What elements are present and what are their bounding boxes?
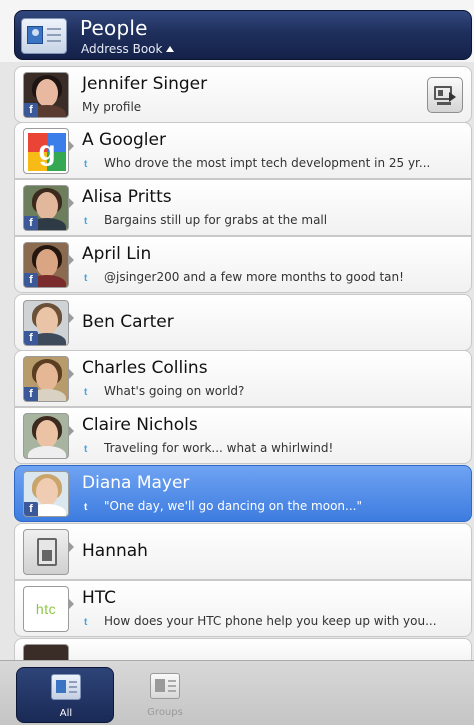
caret-up-icon	[166, 46, 175, 52]
avatar: f	[23, 356, 69, 402]
facebook-icon: f	[24, 273, 38, 287]
contact-name: April Lin	[82, 244, 152, 264]
avatar: htc	[23, 586, 69, 632]
list-item-selected[interactable]: f Diana Mayer t "One day, we'll go dancin…	[14, 465, 472, 522]
bottom-tab-bar: All Groups	[0, 660, 474, 725]
list-item[interactable]: f April Lin t @jsinger200 and a few more …	[14, 236, 472, 293]
avatar: f	[23, 471, 69, 517]
avatar	[23, 413, 69, 459]
sim-card-icon	[37, 538, 57, 566]
contact-name: Charles Collins	[82, 358, 208, 378]
list-item[interactable]: Hannah	[14, 523, 472, 580]
twitter-icon: t	[84, 617, 88, 628]
contact-name: Diana Mayer	[82, 473, 190, 493]
contact-name: Alisa Pritts	[82, 187, 172, 207]
twitter-icon: t	[84, 502, 88, 513]
facebook-icon: f	[24, 331, 38, 345]
twitter-icon: t	[84, 273, 88, 284]
htc-logo-icon: htc	[35, 601, 57, 617]
contact-name: A Googler	[82, 130, 166, 150]
twitter-icon: t	[84, 387, 88, 398]
address-book-dropdown[interactable]: Address Book	[81, 42, 175, 56]
tab-label: Groups	[147, 707, 183, 718]
list-item[interactable]: htc HTC t How does your HTC phone help yo…	[14, 580, 472, 637]
page-title: People	[80, 16, 148, 40]
contacts-card-icon	[21, 18, 67, 54]
tab-label: All	[59, 708, 73, 719]
address-book-label: Address Book	[81, 42, 163, 56]
twitter-icon: t	[84, 159, 88, 170]
address-book-selector[interactable]: People Address Book	[14, 10, 472, 60]
list-item[interactable]: Claire Nichols t Traveling for work... wh…	[14, 407, 472, 464]
contact-name: Jennifer Singer	[82, 74, 208, 94]
google-logo-icon: g	[28, 133, 66, 171]
avatar	[23, 529, 69, 575]
facebook-icon: f	[24, 387, 38, 401]
list-item[interactable]: f Charles Collins t What's going on world…	[14, 350, 472, 407]
contact-name: Ben Carter	[82, 312, 174, 332]
my-profile-row[interactable]: f Jennifer Singer My profile	[14, 66, 472, 123]
facebook-icon: f	[24, 216, 38, 230]
contact-status: t How does your HTC phone help you keep u…	[84, 614, 437, 628]
contact-status: t Bargains still up for grabs at the mall	[84, 213, 328, 227]
avatar: f	[23, 242, 69, 288]
contact-status: t What's going on world?	[84, 384, 245, 398]
avatar: g	[23, 128, 69, 174]
send-my-card-button[interactable]	[427, 77, 463, 113]
list-item[interactable]: f Ben Carter	[14, 294, 472, 351]
facebook-icon: f	[24, 103, 38, 117]
title-bar: People Address Book	[0, 0, 474, 62]
contacts-card-icon	[51, 674, 81, 700]
contact-name: Hannah	[82, 541, 148, 561]
contact-status: t Traveling for work... what a whirlwind!	[84, 441, 334, 455]
twitter-icon: t	[84, 216, 88, 227]
groups-card-icon	[150, 673, 180, 699]
contact-status: t Who drove the most impt tech developmen…	[84, 156, 431, 170]
contact-name: Claire Nichols	[82, 415, 198, 435]
list-item[interactable]: g A Googler t Who drove the most impt tec…	[14, 122, 472, 179]
contact-status: t @jsinger200 and a few more months to go…	[84, 270, 404, 284]
facebook-icon: f	[24, 502, 38, 516]
contact-status: My profile	[82, 100, 142, 114]
contact-name: HTC	[82, 588, 117, 608]
tab-groups[interactable]: Groups	[116, 667, 214, 723]
avatar: f	[23, 72, 69, 118]
twitter-icon: t	[84, 444, 88, 455]
tab-all[interactable]: All	[16, 667, 114, 723]
list-item[interactable]: f Alisa Pritts t Bargains still up for gr…	[14, 179, 472, 236]
avatar: f	[23, 185, 69, 231]
avatar: f	[23, 300, 69, 346]
contact-status: t "One day, we'll go dancing on the moon.…	[84, 499, 362, 513]
